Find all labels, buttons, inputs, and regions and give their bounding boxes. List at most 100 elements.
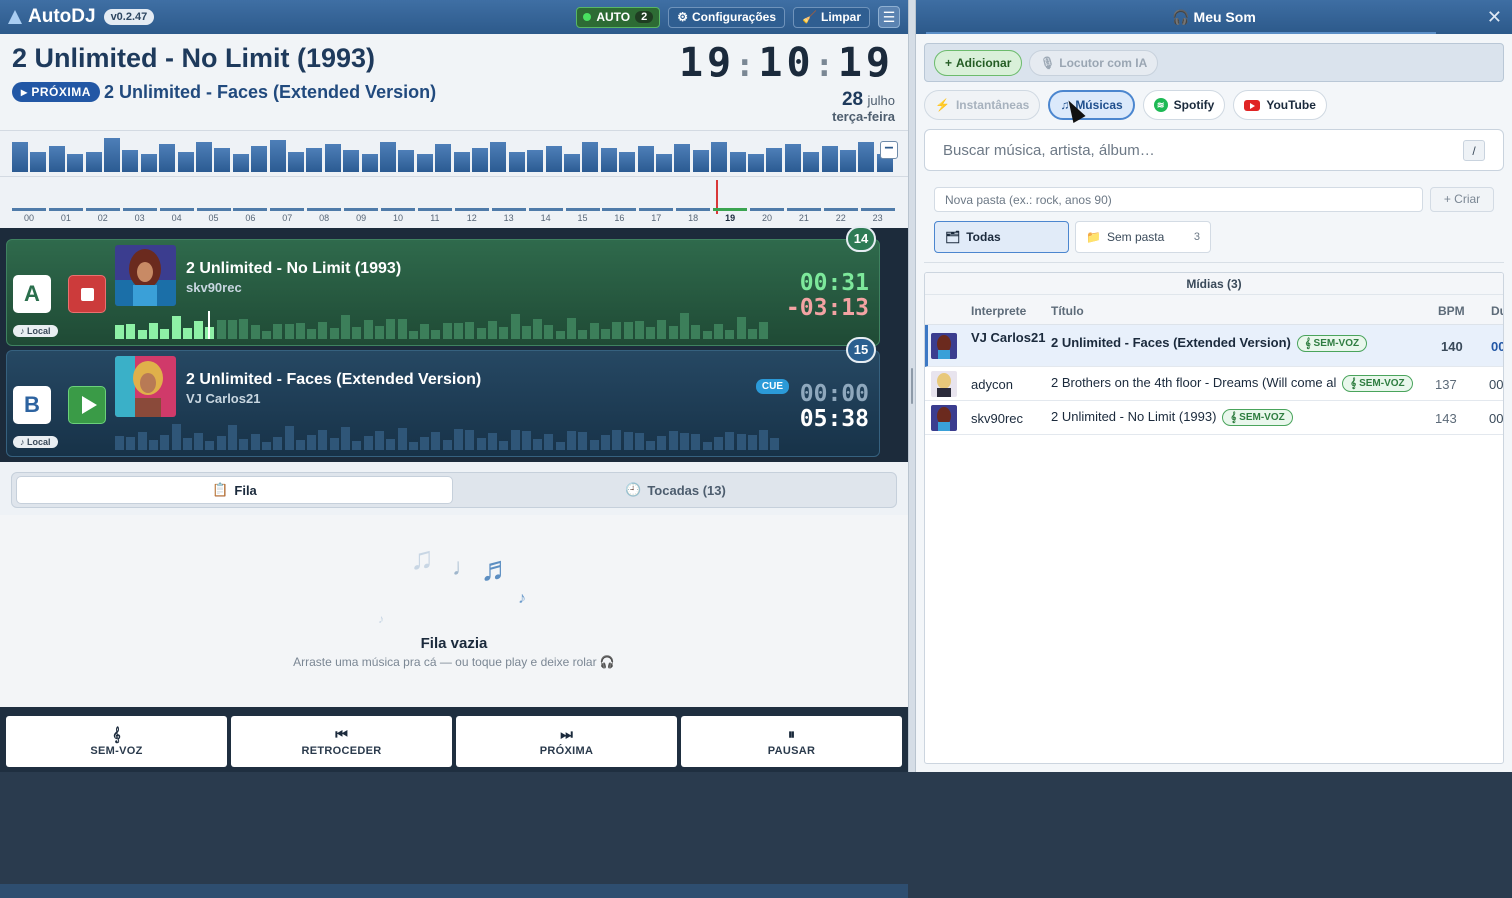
waveform-bar (194, 433, 204, 450)
table-row[interactable]: skv90rec 2 Unlimited - No Limit (1993) 𝄞 … (925, 401, 1503, 435)
table-row[interactable]: adycon 2 Brothers on the 4th floor - Dre… (925, 367, 1503, 401)
timeline-segment[interactable] (48, 208, 83, 211)
spotify-icon: ≋ (1153, 98, 1168, 112)
timeline-segment[interactable] (344, 208, 379, 211)
timeline[interactable]: 00 01 02 03 04 05 06 07 08 09 10 11 12 13 14 15 16 17 18 19… (0, 176, 908, 898)
timeline-segment[interactable] (159, 208, 194, 211)
playhead[interactable] (207, 311, 210, 339)
no-voice-badge: 𝄞 SEM-VOZ (1222, 409, 1293, 426)
col-title[interactable]: Título (1051, 304, 1084, 318)
tab-youtube-label: YouTube (1266, 98, 1316, 112)
timeline-segment[interactable] (565, 208, 600, 211)
pause-button[interactable]: ⏸ PAUSAR (681, 716, 902, 767)
add-button[interactable]: + Adicionar (934, 50, 1023, 76)
rewind-button[interactable]: ⏮ RETROCEDER (231, 716, 452, 767)
play-button[interactable] (68, 386, 106, 424)
hamburger-icon[interactable]: ☰ (878, 6, 900, 28)
deck-b-waveform[interactable] (115, 422, 791, 450)
pane-splitter[interactable] (908, 0, 916, 772)
tab-spotify[interactable]: ≋ Spotify (1142, 90, 1226, 120)
next-icon: ⏭ (560, 726, 573, 742)
timeline-segment[interactable] (233, 208, 268, 211)
folder-none[interactable]: 📁 Sem pasta 3 (1075, 221, 1211, 253)
deck-a-waveform[interactable] (115, 311, 779, 339)
stop-button[interactable] (68, 275, 106, 313)
no-voice-button[interactable]: 𝄞 SEM-VOZ (6, 716, 227, 767)
waveform-bar (454, 323, 463, 339)
timeline-segment[interactable] (786, 208, 821, 211)
waveform-bar (657, 436, 667, 450)
timeline-segment[interactable] (122, 208, 157, 211)
hour-bar (784, 144, 801, 172)
timeline-segment[interactable] (85, 208, 120, 211)
no-voice-badge: 𝄞 SEM-VOZ (1342, 375, 1413, 392)
waveform-bar (160, 435, 170, 450)
search-input[interactable]: Buscar música, artista, álbum… / (924, 129, 1504, 171)
ai-announcer-button[interactable]: 🎙 Locutor com IA (1029, 50, 1159, 76)
timeline-segment[interactable] (12, 208, 46, 211)
timeline-segment[interactable] (713, 208, 748, 211)
col-bpm[interactable]: BPM (1438, 304, 1465, 318)
hour-bar (619, 152, 636, 172)
timeline-segment[interactable] (491, 208, 526, 211)
waveform-bar (454, 429, 463, 450)
waveform-bar (228, 425, 237, 450)
tab-played[interactable]: 🕘 Tocadas (13) (457, 476, 894, 504)
clef-icon: 𝄞 (112, 726, 121, 742)
hour-bar (196, 142, 212, 172)
tab-queue[interactable]: 📋 Fila (16, 476, 453, 504)
timeline-segment[interactable] (454, 208, 489, 211)
folder-icon: 📁 (1086, 230, 1101, 244)
timeline-segment[interactable] (602, 208, 637, 211)
close-icon[interactable]: ✕ (1487, 0, 1502, 34)
tab-music[interactable]: ♫ Músicas (1048, 90, 1135, 120)
hour-bar (600, 148, 617, 172)
tab-youtube[interactable]: YouTube (1233, 90, 1327, 120)
col-artist[interactable]: Interprete (971, 304, 1026, 318)
collapse-icon[interactable]: − (880, 141, 898, 159)
waveform-bar (205, 441, 215, 450)
waveform-bar (578, 330, 588, 339)
new-folder-input[interactable]: Nova pasta (ex.: rock, anos 90) (934, 187, 1423, 212)
deck-b-letter[interactable]: B (13, 386, 51, 424)
table-row[interactable]: VJ Carlos21 2 Unlimited - Faces (Extende… (925, 325, 1503, 367)
hour-bar (692, 150, 709, 172)
tab-spotify-label: Spotify (1173, 98, 1215, 112)
waveform-bar (341, 427, 350, 450)
timeline-hour-label: 07 (282, 213, 293, 223)
settings-button[interactable]: ⚙ Configurações (668, 6, 786, 28)
waveform-bar (725, 330, 735, 339)
waveform-bar (634, 433, 644, 450)
timeline-segment[interactable] (750, 208, 784, 211)
timeline-segment[interactable] (823, 208, 858, 211)
timeline-segment[interactable] (196, 208, 231, 211)
timeline-segment[interactable] (417, 208, 452, 211)
timeline-segment[interactable] (639, 208, 674, 211)
timeline-segment[interactable] (528, 208, 563, 211)
col-duration[interactable]: Du (1491, 304, 1503, 318)
control-bar: 𝄞 SEM-VOZ ⏮ RETROCEDER ⏭ PRÓXIMA ⏸ PAUSAR (0, 707, 908, 772)
waveform-bar (510, 314, 520, 339)
next-button[interactable]: ⏭ PRÓXIMA (456, 716, 677, 767)
row-bpm: 143 (1435, 411, 1457, 426)
timeline-segment[interactable] (676, 208, 711, 211)
waveform-bar (544, 325, 554, 339)
clear-button[interactable]: 🧹 Limpar (793, 6, 870, 28)
date: 28 julho terça-feira (832, 89, 895, 124)
waveform-bar (216, 320, 226, 339)
timeline-segment[interactable] (381, 208, 415, 211)
timeline-segment[interactable] (307, 208, 342, 211)
timeline-hour-label: 08 (319, 213, 330, 223)
folder-all[interactable]: 🗂 Todas (934, 221, 1069, 253)
broom-icon: 🧹 (802, 10, 817, 24)
timeline-segment[interactable] (860, 208, 895, 211)
create-folder-button[interactable]: + Criar (1430, 187, 1494, 212)
waveform-bar (770, 438, 780, 450)
stop-icon (80, 287, 94, 301)
hour-bar (453, 152, 470, 172)
auto-toggle[interactable]: AUTO 2 (576, 6, 661, 28)
timeline-hour-label: 18 (688, 213, 699, 223)
tab-instant[interactable]: ⚡ Instantâneas (924, 90, 1041, 120)
deck-a-letter[interactable]: A (13, 275, 51, 313)
timeline-segment[interactable] (270, 208, 305, 211)
